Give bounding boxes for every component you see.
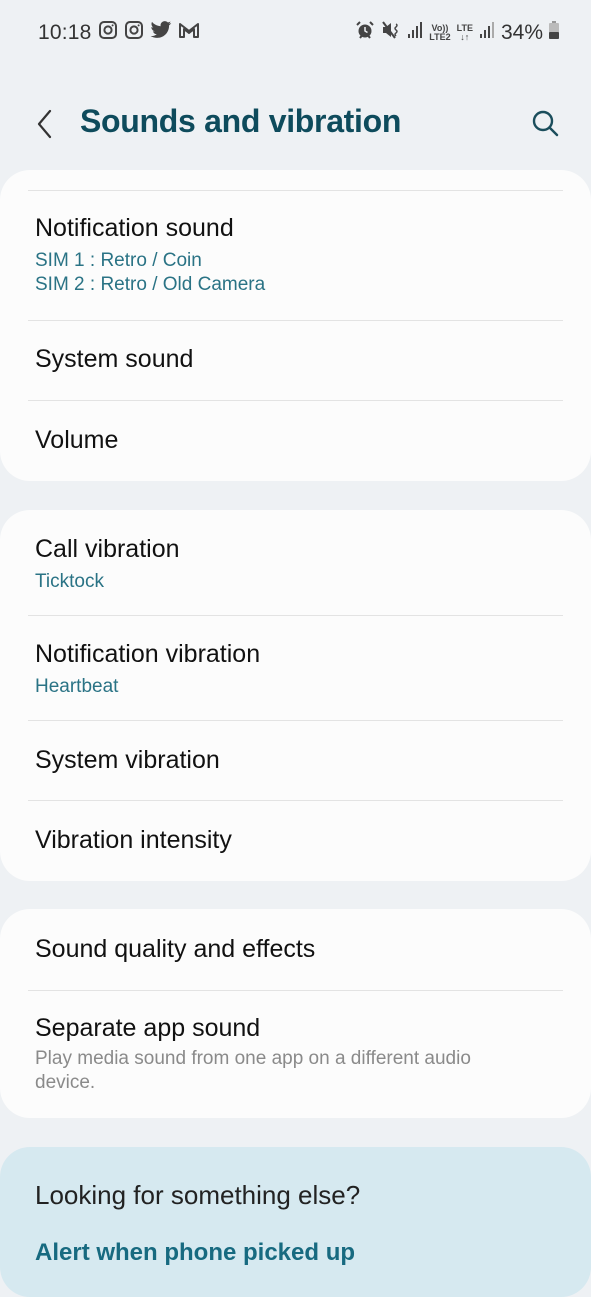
vibration-intensity-item[interactable]: Vibration intensity: [0, 826, 591, 855]
divider: [28, 320, 563, 321]
battery-icon: [549, 21, 559, 44]
divider: [28, 800, 563, 801]
alarm-icon: [355, 20, 375, 45]
volume-item[interactable]: Volume: [0, 426, 591, 455]
signal-icon: [479, 21, 495, 44]
system-vibration-item[interactable]: System vibration: [0, 746, 591, 775]
call-vibration-item[interactable]: Call vibration Ticktock: [0, 535, 591, 594]
mute-vibrate-icon: [381, 20, 401, 45]
suggestions-heading: Looking for something else?: [35, 1180, 361, 1210]
notification-vibration-item[interactable]: Notification vibration Heartbeat: [0, 640, 591, 699]
twitter-icon: [150, 20, 172, 45]
gmail-icon: [178, 21, 200, 44]
alert-when-picked-up-link[interactable]: Alert when phone picked up: [35, 1239, 355, 1267]
divider: [28, 400, 563, 401]
divider: [28, 190, 563, 191]
sound-quality-group: Sound quality and effects Separate app s…: [0, 909, 591, 1118]
volte-lte2-icon: Vo)) LTE2: [429, 22, 451, 42]
battery-percent: 34%: [500, 20, 543, 44]
divider: [28, 990, 563, 991]
signal-icon: [407, 21, 423, 44]
back-chevron-icon: [37, 109, 52, 139]
back-button[interactable]: [32, 107, 60, 141]
vibration-settings-group: Call vibration Ticktock Notification vib…: [0, 510, 591, 881]
search-button[interactable]: [529, 107, 561, 139]
instagram-icon: [98, 20, 118, 45]
sound-settings-group: Notification sound SIM 1 : Retro / Coin …: [0, 170, 591, 481]
system-sound-item[interactable]: System sound: [0, 345, 591, 374]
suggestions-card: Looking for something else? Alert when p…: [0, 1147, 591, 1297]
notification-sound-item[interactable]: Notification sound SIM 1 : Retro / Coin …: [0, 214, 591, 297]
notification-sound-sim1: SIM 1 : Retro / Coin: [35, 250, 202, 271]
search-icon: [532, 110, 559, 137]
page-title: Sounds and vibration: [80, 103, 402, 139]
instagram-icon: [124, 20, 144, 45]
divider: [28, 720, 563, 721]
status-bar: 10:18 Vo)) LTE2 LTE ↓↑ 34%: [0, 0, 591, 68]
divider: [28, 615, 563, 616]
notification-sound-sim2: SIM 2 : Retro / Old Camera: [35, 274, 266, 295]
lte-data-icon: LTE ↓↑: [456, 22, 473, 42]
sound-quality-item[interactable]: Sound quality and effects: [0, 935, 591, 964]
app-header: Sounds and vibration: [0, 95, 591, 155]
clock: 10:18: [38, 20, 92, 44]
separate-app-sound-item[interactable]: Separate app sound Play media sound from…: [0, 1014, 591, 1095]
